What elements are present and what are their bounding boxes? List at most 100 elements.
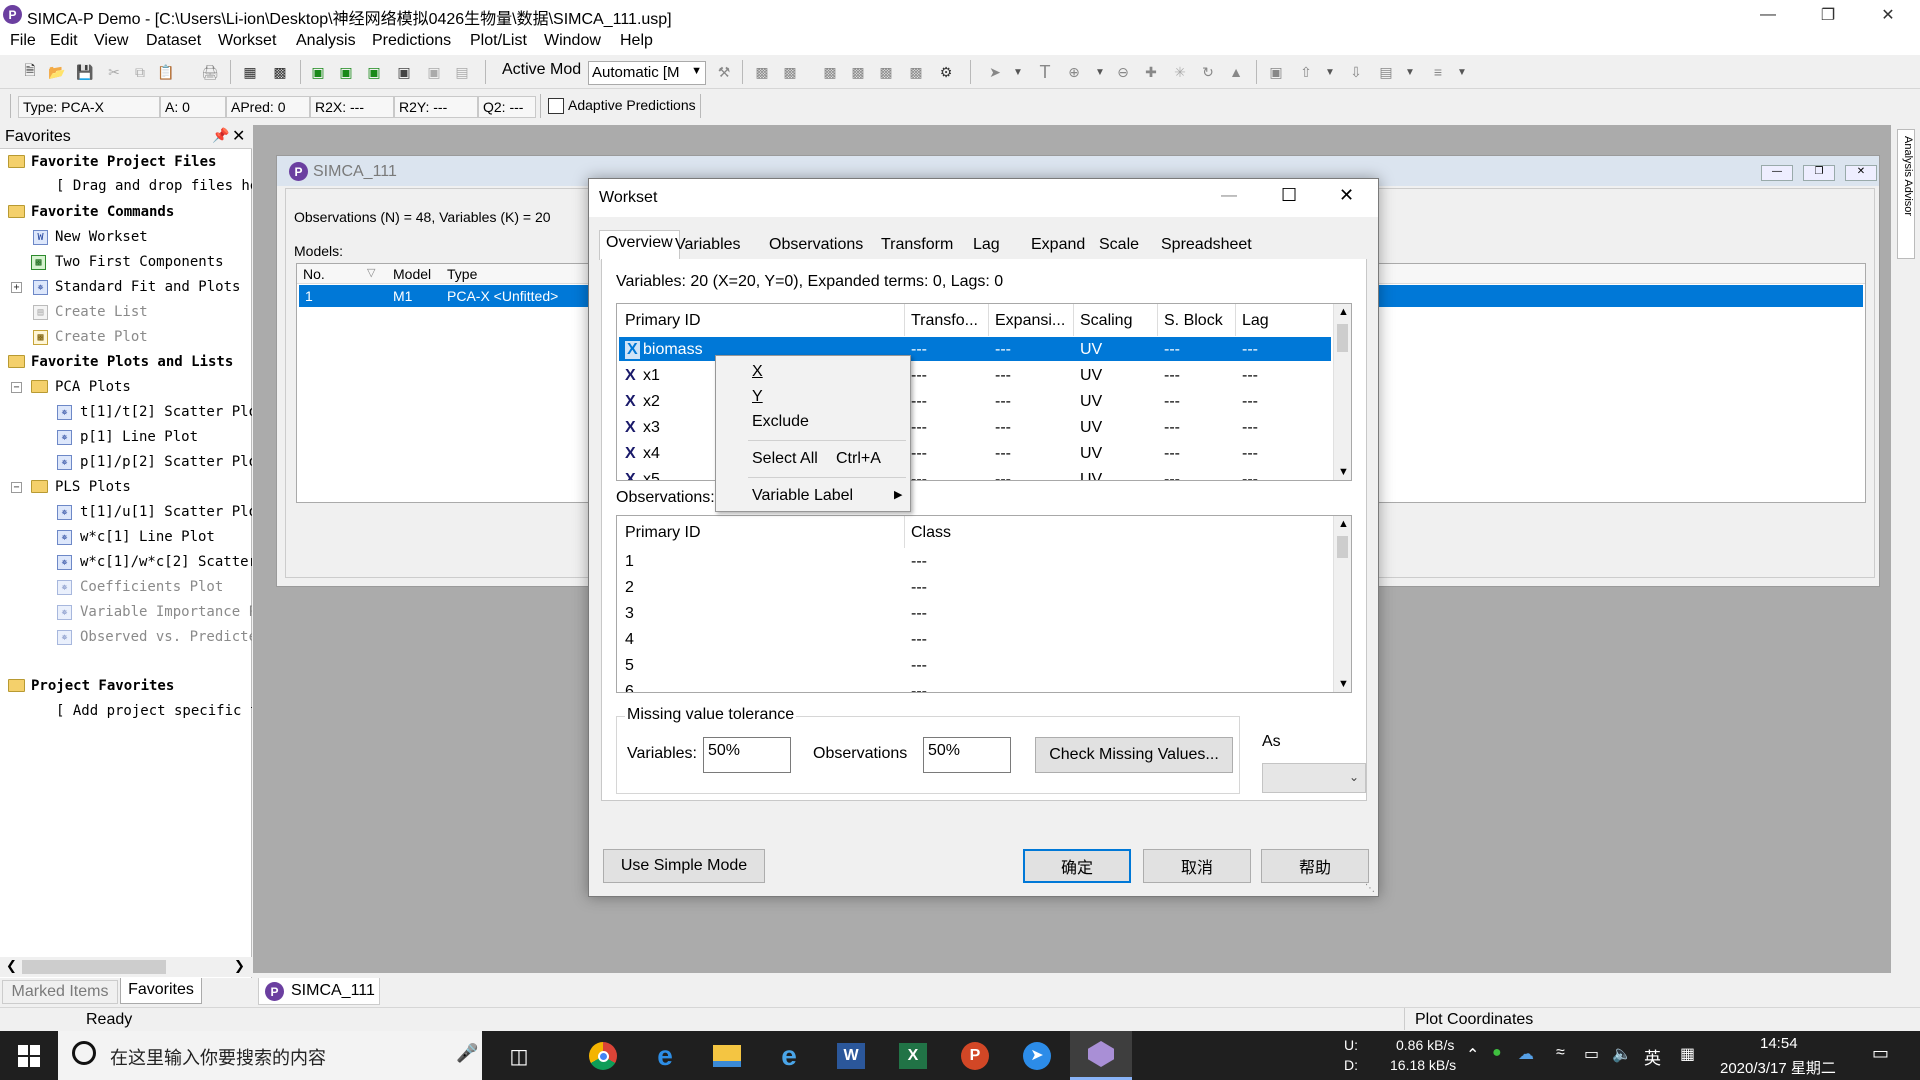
observation-row[interactable]: 2 --- [617,576,1333,602]
print-icon[interactable]: 🖨 [200,62,220,82]
zoom-dropdown-icon[interactable]: ▼ [1090,62,1110,82]
triangle-icon[interactable]: ▲ [1226,62,1246,82]
chrome-icon[interactable] [584,1037,622,1075]
observation-row[interactable]: 3 --- [617,602,1333,628]
dialog-minimize-icon[interactable]: — [1221,187,1237,205]
zoom-out-icon[interactable]: ⊖ [1113,62,1133,82]
menu-predictions[interactable]: Predictions [372,32,451,50]
close-panel-icon[interactable]: ✕ [232,126,245,146]
autofit-icon[interactable]: ▣ [308,62,328,82]
col-class[interactable]: Class [911,524,951,542]
next-component-icon[interactable]: ▣ [364,62,384,82]
col-sblock[interactable]: S. Block [1164,312,1223,330]
volume-icon[interactable]: 🔈 [1612,1044,1632,1064]
col-scaling[interactable]: Scaling [1080,312,1132,330]
download-icon[interactable]: ⇩ [1346,62,1366,82]
help-button[interactable]: 帮助 [1261,849,1369,883]
col-obs-primary-id[interactable]: Primary ID [625,524,701,542]
col-transform[interactable]: Transfo... [911,312,978,330]
vscroll-thumb[interactable] [1337,536,1348,558]
layout-icon[interactable]: ▤ [1376,62,1396,82]
pin-panel-icon[interactable]: 📌 [212,127,229,144]
dialog-close-icon[interactable]: ✕ [1339,185,1354,206]
menu-item-exclude[interactable]: Exclude [716,409,910,435]
summary-icon[interactable]: ▩ [820,62,840,82]
menu-item-select-all[interactable]: Select All Ctrl+A [716,446,910,472]
sparkle-icon[interactable]: ✳ [1170,62,1190,82]
menu-edit[interactable]: Edit [50,32,78,50]
minimize-button[interactable]: — [1738,0,1798,29]
tab-scale[interactable]: Scale [1093,233,1145,259]
as-select[interactable]: ⌄ [1262,763,1366,793]
dialog-maximize-icon[interactable]: ☐ [1281,185,1297,206]
internet-explorer-icon[interactable]: e [770,1037,808,1075]
menu-file[interactable]: File [10,32,36,50]
wechat-icon[interactable]: ● [1492,1044,1502,1062]
tab-favorites[interactable]: Favorites [120,978,202,1004]
microphone-icon[interactable]: 🎤 [456,1043,478,1064]
menu-analysis[interactable]: Analysis [296,32,356,50]
expand-icon[interactable]: + [11,282,22,293]
variables-vscrollbar[interactable]: ▲ ▼ [1333,304,1351,480]
select-dropdown-icon[interactable]: ▼ [1008,62,1028,82]
battery-icon[interactable]: ▭ [1584,1044,1599,1064]
menu-window[interactable]: Window [544,32,601,50]
collapse-icon[interactable]: − [11,382,22,393]
col-type[interactable]: Type [447,266,477,282]
taskbar-search-box[interactable]: 在这里输入你要搜索的内容 🎤 [58,1031,482,1080]
col-no[interactable]: No. [303,266,325,282]
col-model[interactable]: Model [393,266,431,282]
search-plot-icon[interactable]: ⚙ [936,62,956,82]
vscroll-thumb[interactable] [1337,324,1348,352]
messenger-icon[interactable]: ➤ [1018,1037,1056,1075]
options-dropdown-icon[interactable]: ▼ [1452,62,1472,82]
scores-icon[interactable]: ▩ [752,62,772,82]
menu-help[interactable]: Help [620,32,653,50]
tab-spreadsheet[interactable]: Spreadsheet [1155,233,1258,259]
active-model-select[interactable]: Automatic [M ▼ [588,61,706,85]
wifi-icon[interactable]: ≈ [1556,1044,1565,1062]
scatter-icon[interactable]: ▩ [848,62,868,82]
options-icon[interactable]: ≡ [1428,62,1448,82]
open-folder-icon[interactable]: 📂 [47,62,67,82]
mdi-close-button[interactable]: ✕ [1845,165,1877,181]
layout-dropdown-icon[interactable]: ▼ [1400,62,1420,82]
cut-icon[interactable]: ✂ [104,62,124,82]
windows-start-icon[interactable] [10,1037,48,1075]
tab-variables[interactable]: Variables [669,233,747,259]
save-icon[interactable]: 💾 [75,62,95,82]
powerpoint-icon[interactable]: P [956,1037,994,1075]
tab-lag[interactable]: Lag [967,233,1006,259]
paste-icon[interactable]: 📋 [156,62,176,82]
ok-button[interactable]: 确定 [1023,849,1131,883]
favorites-hscrollbar[interactable]: ❮ ❯ [0,957,252,977]
cancel-button[interactable]: 取消 [1143,849,1251,883]
menu-workset[interactable]: Workset [218,32,276,50]
menu-dataset[interactable]: Dataset [146,32,201,50]
text-tool-icon[interactable]: T [1035,62,1055,82]
line-icon[interactable]: ▩ [876,62,896,82]
check-missing-values-button[interactable]: Check Missing Values... [1035,737,1233,773]
mdi-restore-button[interactable]: ❐ [1803,165,1835,181]
word-icon[interactable]: W [832,1037,870,1075]
col-expansion[interactable]: Expansi... [995,312,1065,330]
workset-icon[interactable]: ▩ [270,62,290,82]
select-pointer-icon[interactable]: ➤ [985,62,1005,82]
clock-date[interactable]: 2020/3/17 星期二 [1720,1057,1836,1078]
clock-time[interactable]: 14:54 [1760,1035,1798,1052]
col-lag[interactable]: Lag [1242,312,1269,330]
tab-expand[interactable]: Expand [1025,233,1091,259]
restore-button[interactable]: ❐ [1798,0,1858,29]
menu-item-y[interactable]: Y [716,384,910,410]
task-view-icon[interactable]: ◫ [500,1037,538,1075]
observations-vscrollbar[interactable]: ▲ ▼ [1333,516,1351,692]
loadings-icon[interactable]: ▩ [780,62,800,82]
dataset-icon[interactable]: ▦ [240,62,260,82]
tab-overview[interactable]: Overview [599,230,680,260]
observation-row[interactable]: 6 --- [617,680,1333,692]
variables-tolerance-input[interactable]: 50% [703,737,791,773]
menu-view[interactable]: View [94,32,128,50]
menu-item-variable-label[interactable]: Variable Label ▶ [716,483,910,509]
fit-icon[interactable]: ▣ [394,62,414,82]
two-first-icon[interactable]: ▣ [336,62,356,82]
